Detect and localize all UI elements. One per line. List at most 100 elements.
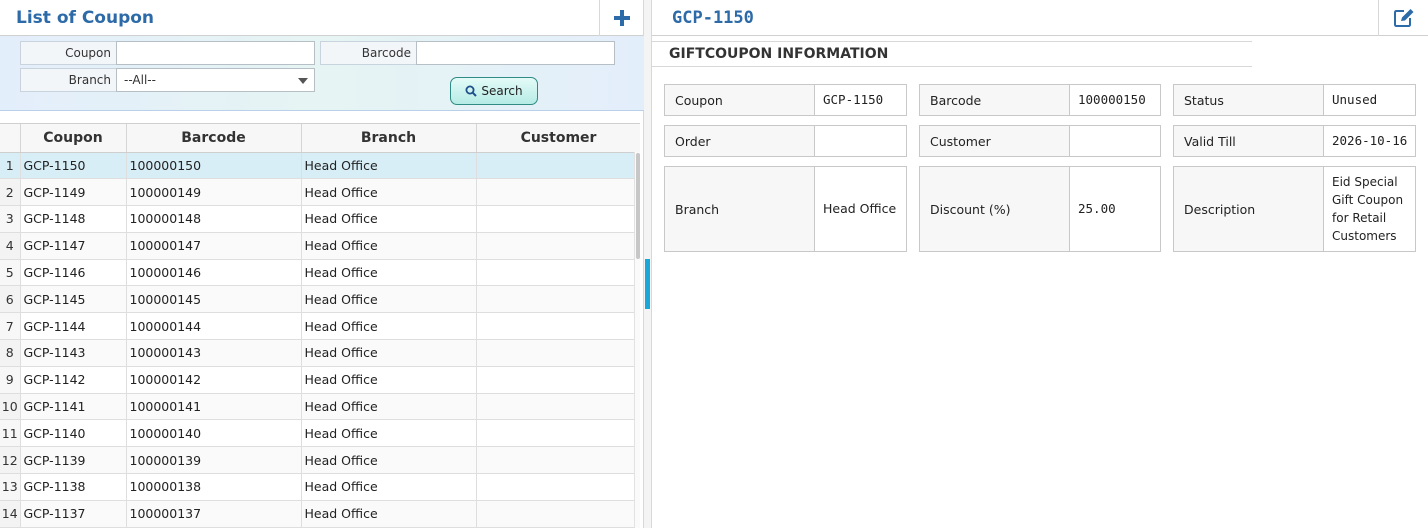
barcode-filter-input[interactable] [416, 41, 615, 65]
edit-icon [1393, 9, 1413, 27]
add-coupon-button[interactable] [599, 0, 643, 36]
table-row[interactable]: 14 GCP-1137 100000137 Head Office [0, 500, 640, 528]
cell-coupon: GCP-1144 [20, 312, 127, 341]
cell-barcode: 100000144 [126, 312, 302, 341]
cell-customer [476, 446, 640, 475]
app-root: List of Coupon Coupon Barcode Branch --A… [0, 0, 1428, 528]
cell-customer [476, 178, 640, 207]
field-coupon-value: GCP-1150 [823, 92, 884, 107]
row-number: 7 [0, 312, 21, 341]
cell-coupon: GCP-1139 [20, 446, 127, 475]
field-valid-till-label: Valid Till [1174, 126, 1324, 156]
field-discount: Discount (%) 25.00 [919, 166, 1161, 252]
section-title: GIFTCOUPON INFORMATION [652, 41, 1252, 67]
search-button[interactable]: Search [450, 77, 538, 105]
field-valid-till-value: 2026-10-16 [1332, 133, 1408, 148]
grid-body: 1 GCP-1150 100000150 Head Office 2 GCP-1149 10… [0, 152, 640, 528]
cell-customer [476, 152, 640, 180]
table-row[interactable]: 6 GCP-1145 100000145 Head Office [0, 285, 640, 314]
search-button-label: Search [481, 84, 523, 98]
cell-barcode: 100000137 [126, 500, 302, 528]
row-number: 2 [0, 178, 21, 207]
row-number-header [0, 124, 21, 153]
cell-coupon: GCP-1150 [20, 152, 127, 180]
panel-splitter[interactable] [644, 0, 652, 528]
branch-filter-selected: --All-- [124, 73, 156, 87]
cell-barcode: 100000148 [126, 205, 302, 233]
field-description: Description Eid Special Gift Coupon for … [1173, 166, 1416, 252]
row-number: 8 [0, 339, 21, 367]
edit-coupon-button[interactable] [1378, 0, 1428, 36]
table-row[interactable]: 5 GCP-1146 100000146 Head Office [0, 259, 640, 287]
cell-branch: Head Office [301, 339, 477, 367]
field-branch-label: Branch [665, 167, 815, 251]
table-row[interactable]: 2 GCP-1149 100000149 Head Office [0, 178, 640, 207]
cell-branch: Head Office [301, 500, 477, 528]
coupon-filter-input[interactable] [116, 41, 315, 65]
cell-branch: Head Office [301, 446, 477, 475]
field-order-label: Order [665, 126, 815, 156]
field-status: Status Unused [1173, 84, 1416, 116]
field-barcode-label: Barcode [920, 85, 1070, 115]
field-customer-value [1070, 126, 1160, 156]
row-number: 5 [0, 259, 21, 287]
field-order-value [815, 126, 906, 156]
field-description-label: Description [1174, 167, 1324, 251]
field-coupon: Coupon GCP-1150 [664, 84, 907, 116]
grid-scrollbar[interactable] [634, 152, 640, 528]
table-row[interactable]: 13 GCP-1138 100000138 Head Office [0, 473, 640, 501]
field-branch: Branch Head Office [664, 166, 907, 252]
cell-branch: Head Office [301, 205, 477, 233]
cell-customer [476, 339, 640, 367]
table-row[interactable]: 10 GCP-1141 100000141 Head Office [0, 393, 640, 421]
search-icon [465, 85, 478, 97]
cell-coupon: GCP-1138 [20, 473, 127, 501]
column-header-coupon[interactable]: Coupon [20, 124, 127, 153]
cell-barcode: 100000145 [126, 285, 302, 314]
cell-coupon: GCP-1141 [20, 393, 127, 421]
column-header-customer[interactable]: Customer [476, 124, 640, 153]
cell-branch: Head Office [301, 473, 477, 501]
table-row[interactable]: 4 GCP-1147 100000147 Head Office [0, 232, 640, 260]
cell-customer [476, 419, 640, 448]
row-number: 14 [0, 500, 21, 528]
coupon-filter-label: Coupon [20, 41, 117, 65]
cell-barcode: 100000140 [126, 419, 302, 448]
field-status-value: Unused [1332, 92, 1378, 107]
table-row[interactable]: 7 GCP-1144 100000144 Head Office [0, 312, 640, 341]
table-row[interactable]: 3 GCP-1148 100000148 Head Office [0, 205, 640, 233]
barcode-filter-label: Barcode [320, 41, 417, 65]
cell-coupon: GCP-1146 [20, 259, 127, 287]
cell-coupon: GCP-1143 [20, 339, 127, 367]
splitter-handle[interactable] [645, 259, 650, 309]
grid-scrollbar-thumb[interactable] [636, 153, 640, 259]
table-row[interactable]: 8 GCP-1143 100000143 Head Office [0, 339, 640, 367]
cell-branch: Head Office [301, 366, 477, 394]
branch-filter-select[interactable]: --All-- [116, 68, 315, 92]
cell-coupon: GCP-1147 [20, 232, 127, 260]
field-barcode-value: 100000150 [1078, 92, 1146, 107]
column-header-barcode[interactable]: Barcode [126, 124, 302, 153]
table-row[interactable]: 11 GCP-1140 100000140 Head Office [0, 419, 640, 448]
table-row[interactable]: 1 GCP-1150 100000150 Head Office [0, 152, 640, 180]
field-customer: Customer [919, 125, 1161, 157]
cell-barcode: 100000139 [126, 446, 302, 475]
cell-customer [476, 366, 640, 394]
cell-branch: Head Office [301, 232, 477, 260]
field-branch-value: Head Office [823, 201, 897, 216]
cell-barcode: 100000147 [126, 232, 302, 260]
table-row[interactable]: 9 GCP-1142 100000142 Head Office [0, 366, 640, 394]
row-number: 12 [0, 446, 21, 475]
row-number: 6 [0, 285, 21, 314]
cell-customer [476, 500, 640, 528]
row-number: 4 [0, 232, 21, 260]
cell-coupon: GCP-1148 [20, 205, 127, 233]
field-barcode: Barcode 100000150 [919, 84, 1161, 116]
cell-branch: Head Office [301, 285, 477, 314]
cell-barcode: 100000143 [126, 339, 302, 367]
column-header-branch[interactable]: Branch [301, 124, 477, 153]
plus-icon [613, 10, 630, 26]
row-number: 13 [0, 473, 21, 501]
cell-branch: Head Office [301, 178, 477, 207]
table-row[interactable]: 12 GCP-1139 100000139 Head Office [0, 446, 640, 475]
